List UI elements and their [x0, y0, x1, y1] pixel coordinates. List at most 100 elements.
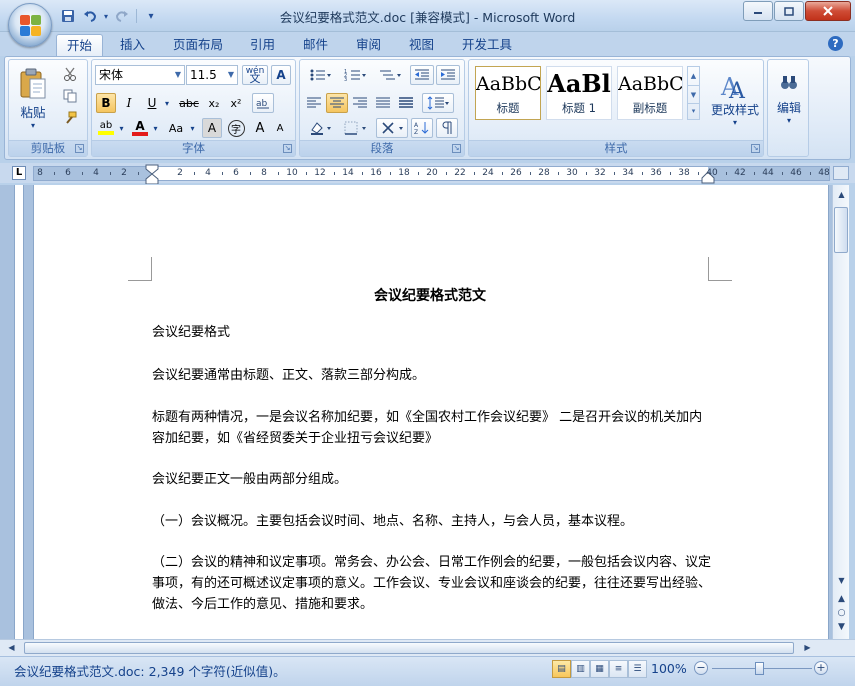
font-size-select[interactable]: 11.5 ▼ [186, 65, 238, 85]
scroll-right-icon[interactable]: ▶ [800, 640, 815, 656]
maximize-button[interactable] [774, 1, 804, 21]
paragraph[interactable]: （二）会议的精神和议定事项。常务会、办公会、日常工作例会的纪要，一般包括会议内容… [152, 552, 712, 615]
increase-indent-icon[interactable] [436, 65, 460, 85]
tab-mailings[interactable]: 邮件 [293, 34, 338, 56]
font-color-icon[interactable]: A [130, 118, 150, 138]
document-title[interactable]: 会议纪要格式范文 [152, 285, 708, 305]
style-subtitle[interactable]: AaBbC 副标题 [617, 66, 683, 120]
shrink-font-button[interactable]: A [270, 118, 290, 138]
help-icon[interactable]: ? [828, 36, 843, 51]
paste-button[interactable]: 粘贴 ▾ [13, 62, 53, 136]
change-styles-button[interactable]: A A 更改样式 ▾ [707, 62, 763, 136]
web-layout-view-icon[interactable]: ▦ [590, 660, 609, 678]
paragraph[interactable]: 标题有两种情况，一是会议名称加纪要，如《全国农村工作会议纪要》 二是召开会议的机… [152, 407, 712, 449]
gallery-up-icon[interactable]: ▲ [688, 67, 699, 85]
vertical-scroll-thumb[interactable] [834, 207, 848, 253]
tab-review[interactable]: 审阅 [346, 34, 391, 56]
paragraph[interactable]: （一）会议概况。主要包括会议时间、地点、名称、主持人，与会人员，基本议程。 [152, 511, 712, 532]
document-page[interactable]: 会议纪要格式范文 会议纪要格式 会议纪要通常由标题、正文、落款三部分构成。 标题… [33, 185, 829, 639]
paragraph[interactable]: 会议纪要正文一般由两部分组成。 [152, 469, 712, 490]
subscript-button[interactable]: x₂ [204, 93, 224, 113]
highlight-dropdown-icon[interactable]: ▾ [117, 118, 126, 138]
font-name-select[interactable]: 宋体 ▼ [95, 65, 185, 85]
numbering-icon[interactable]: 123 [338, 65, 372, 85]
horizontal-ruler[interactable]: 8 6 4 2 2 4 6 8 10 12 14 16 18 20 22 24 26 28 30 32 34 36 38 40… [33, 164, 839, 184]
paragraph[interactable]: 会议纪要格式 [152, 322, 712, 343]
change-case-icon[interactable]: ab [252, 93, 274, 113]
tab-home[interactable]: 开始 [56, 34, 104, 56]
vertical-scrollbar[interactable]: ▲ ▼ ▲ ○ ▼ [832, 185, 849, 639]
bold-button[interactable]: B [96, 93, 116, 113]
gallery-down-icon[interactable]: ▼ [688, 85, 699, 103]
italic-button[interactable]: I [119, 93, 139, 113]
align-right-icon[interactable] [349, 93, 371, 113]
borders-icon[interactable] [338, 118, 372, 138]
bullets-icon[interactable] [303, 65, 337, 85]
superscript-button[interactable]: x² [226, 93, 246, 113]
sort-icon[interactable]: AZ [411, 118, 433, 138]
clear-formatting-button[interactable]: A [271, 65, 291, 85]
tab-selector[interactable]: L [12, 166, 26, 180]
multilevel-list-icon[interactable] [373, 65, 407, 85]
horizontal-scrollbar[interactable]: ◀ ▶ [0, 639, 855, 656]
style-heading-1[interactable]: AaBl 标题 1 [546, 66, 612, 120]
zoom-in-icon[interactable]: + [814, 661, 828, 675]
print-layout-view-icon[interactable]: ▤ [552, 660, 571, 678]
vertical-ruler[interactable] [12, 185, 26, 639]
show-formatting-icon[interactable] [436, 118, 458, 138]
shading-icon[interactable] [303, 118, 337, 138]
zoom-out-icon[interactable]: − [694, 661, 708, 675]
clipboard-launcher-icon[interactable]: ↘ [75, 144, 84, 153]
font-color-dropdown-icon[interactable]: ▾ [151, 118, 160, 138]
highlight-icon[interactable]: ab [96, 118, 116, 138]
change-case-button[interactable]: Aa [164, 118, 188, 138]
format-painter-icon[interactable] [59, 108, 81, 128]
outline-view-icon[interactable]: ≡ [609, 660, 628, 678]
paragraph[interactable]: 会议纪要通常由标题、正文、落款三部分构成。 [152, 365, 712, 386]
underline-button[interactable]: U [142, 93, 162, 113]
tab-references[interactable]: 引用 [240, 34, 285, 56]
align-center-icon[interactable] [326, 93, 348, 113]
tab-page-layout[interactable]: 页面布局 [163, 34, 233, 56]
zoom-slider-thumb[interactable] [755, 662, 764, 675]
justify-icon[interactable] [372, 93, 394, 113]
phonetic-guide-button[interactable]: wén 文 [242, 65, 268, 85]
scroll-up-icon[interactable]: ▲ [834, 187, 849, 203]
draft-view-icon[interactable]: ☰ [628, 660, 647, 678]
styles-launcher-icon[interactable]: ↘ [751, 144, 760, 153]
align-left-icon[interactable] [303, 93, 325, 113]
grow-font-button[interactable]: A [250, 118, 270, 138]
next-page-icon[interactable]: ▼ [834, 619, 849, 635]
close-button[interactable] [805, 1, 851, 21]
font-launcher-icon[interactable]: ↘ [283, 144, 292, 153]
cut-icon[interactable] [59, 64, 81, 84]
line-spacing-icon[interactable] [422, 93, 454, 113]
distributed-icon[interactable] [395, 93, 417, 113]
style-heading[interactable]: AaBbC 标题 [475, 66, 541, 120]
view-ruler-toggle[interactable] [833, 166, 849, 180]
first-line-indent-marker-icon[interactable] [145, 164, 159, 184]
tab-view[interactable]: 视图 [399, 34, 444, 56]
gallery-more-icon[interactable]: ▾ [688, 103, 699, 119]
office-button[interactable] [8, 3, 52, 47]
scroll-down-icon[interactable]: ▼ [834, 573, 849, 589]
tab-developer[interactable]: 开发工具 [452, 34, 522, 56]
full-screen-reading-view-icon[interactable]: ▥ [571, 660, 590, 678]
editing-button[interactable]: 编辑 ▾ [770, 62, 808, 136]
strikethrough-button[interactable]: abc [176, 93, 202, 113]
styles-gallery-scroll[interactable]: ▲ ▼ ▾ [687, 66, 700, 120]
underline-dropdown-icon[interactable]: ▾ [162, 93, 172, 113]
decrease-indent-icon[interactable] [410, 65, 434, 85]
paragraph-launcher-icon[interactable]: ↘ [452, 144, 461, 153]
scroll-left-icon[interactable]: ◀ [4, 640, 19, 656]
copy-icon[interactable] [59, 86, 81, 106]
change-case-dropdown-icon[interactable]: ▾ [188, 118, 197, 138]
enclose-characters-button[interactable]: 字 [226, 118, 246, 138]
zoom-percentage[interactable]: 100% [651, 661, 687, 676]
tab-insert[interactable]: 插入 [110, 34, 155, 56]
status-word-count[interactable]: 会议纪要格式范文.doc: 2,349 个字符(近似值)。 [14, 661, 286, 680]
horizontal-scroll-thumb[interactable] [24, 642, 794, 654]
asian-layout-icon[interactable] [376, 118, 408, 138]
character-shading-button[interactable]: A [202, 118, 222, 138]
minimize-button[interactable] [743, 1, 773, 21]
